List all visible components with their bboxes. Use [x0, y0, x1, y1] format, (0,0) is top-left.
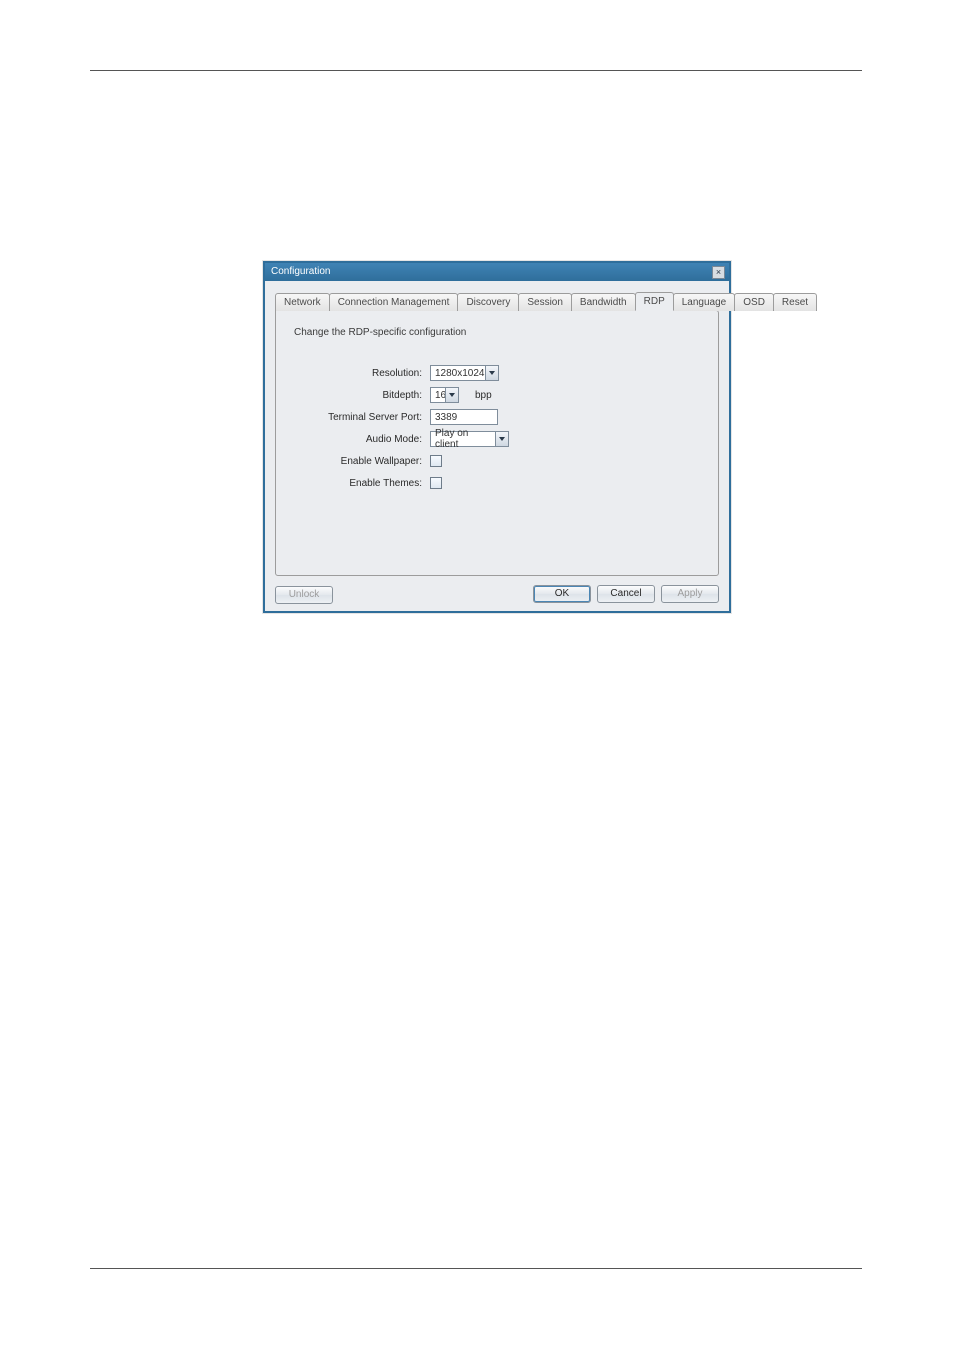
dialog-buttons-right: OK Cancel Apply — [533, 585, 719, 603]
tab-panel-rdp: Change the RDP-specific configuration Re… — [275, 310, 719, 576]
label-audio: Audio Mode: — [288, 434, 430, 445]
row-audio: Audio Mode: Play on client — [288, 428, 706, 450]
unlock-button[interactable]: Unlock — [275, 586, 333, 604]
dialog-title: Configuration — [271, 263, 330, 281]
resolution-select[interactable]: 1280x1024 — [430, 365, 499, 381]
port-value: 3389 — [435, 412, 457, 423]
chevron-down-icon — [489, 371, 495, 375]
panel-description: Change the RDP-specific configuration — [294, 327, 706, 338]
configuration-dialog: Configuration × Network Connection Manag… — [263, 261, 731, 613]
apply-button[interactable]: Apply — [661, 585, 719, 603]
chevron-down-icon — [499, 437, 505, 441]
close-icon: × — [716, 268, 721, 277]
tab-strip: Network Connection Management Discovery … — [275, 291, 719, 310]
control-themes — [430, 477, 442, 489]
cancel-button[interactable]: Cancel — [597, 585, 655, 603]
chevron-down-icon — [449, 393, 455, 397]
row-resolution: Resolution: 1280x1024 — [288, 362, 706, 384]
audio-value: Play on client — [431, 432, 495, 446]
themes-checkbox[interactable] — [430, 477, 442, 489]
bitdepth-value: 16 — [431, 388, 445, 402]
tab-rdp[interactable]: RDP — [635, 292, 674, 311]
audio-dropdown-button[interactable] — [495, 432, 508, 446]
resolution-dropdown-button[interactable] — [485, 366, 498, 380]
page: Configuration × Network Connection Manag… — [0, 0, 954, 1350]
close-button[interactable]: × — [712, 266, 725, 279]
rdp-form: Resolution: 1280x1024 Bitdepth: — [288, 362, 706, 494]
bitdepth-dropdown-button[interactable] — [445, 388, 458, 402]
control-wallpaper — [430, 455, 442, 467]
control-port: 3389 — [430, 409, 498, 425]
dialog-titlebar: Configuration × — [265, 263, 729, 281]
row-themes: Enable Themes: — [288, 472, 706, 494]
control-resolution: 1280x1024 — [430, 365, 499, 381]
row-port: Terminal Server Port: 3389 — [288, 406, 706, 428]
label-bitdepth: Bitdepth: — [288, 390, 430, 401]
bitdepth-suffix: bpp — [475, 390, 492, 401]
label-resolution: Resolution: — [288, 368, 430, 379]
row-bitdepth: Bitdepth: 16 bpp — [288, 384, 706, 406]
label-themes: Enable Themes: — [288, 478, 430, 489]
tab-discovery[interactable]: Discovery — [457, 293, 519, 311]
dialog-buttons: Unlock OK Cancel Apply — [275, 584, 719, 604]
footer-rule — [90, 1268, 862, 1269]
bitdepth-select[interactable]: 16 — [430, 387, 459, 403]
tab-language[interactable]: Language — [673, 293, 736, 311]
tab-osd[interactable]: OSD — [734, 293, 774, 311]
tab-session[interactable]: Session — [518, 293, 572, 311]
control-audio: Play on client — [430, 431, 509, 447]
dialog-buttons-left: Unlock — [275, 584, 333, 604]
ok-button[interactable]: OK — [533, 585, 591, 603]
resolution-value: 1280x1024 — [431, 366, 485, 380]
tab-reset[interactable]: Reset — [773, 293, 817, 311]
audio-select[interactable]: Play on client — [430, 431, 509, 447]
port-input[interactable]: 3389 — [430, 409, 498, 425]
label-wallpaper: Enable Wallpaper: — [288, 456, 430, 467]
tab-bandwidth[interactable]: Bandwidth — [571, 293, 636, 311]
control-bitdepth: 16 bpp — [430, 387, 492, 403]
row-wallpaper: Enable Wallpaper: — [288, 450, 706, 472]
tab-network[interactable]: Network — [275, 293, 330, 311]
tab-connection-management[interactable]: Connection Management — [329, 293, 459, 311]
wallpaper-checkbox[interactable] — [430, 455, 442, 467]
header-rule — [90, 70, 862, 71]
dialog-body: Network Connection Management Discovery … — [265, 281, 729, 612]
label-port: Terminal Server Port: — [288, 412, 430, 423]
